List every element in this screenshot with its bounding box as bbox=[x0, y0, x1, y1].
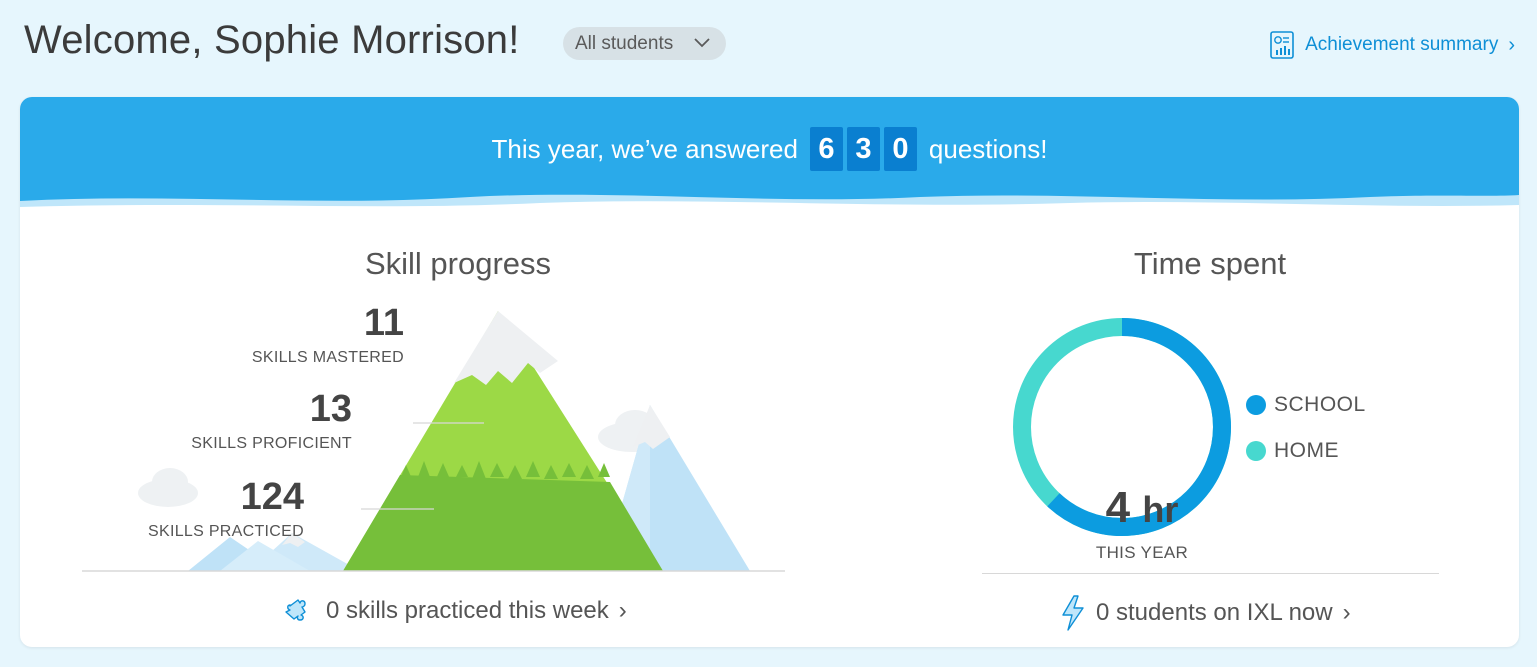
skills-practiced-value: 124 bbox=[240, 476, 304, 518]
students-online-link[interactable]: 0 students on IXL now › bbox=[1060, 594, 1351, 632]
counter-digit: 3 bbox=[846, 127, 880, 171]
home-legend-dot bbox=[1246, 441, 1266, 461]
time-spent-title: Time spent bbox=[1133, 246, 1287, 281]
skill-progress-title: Skill progress bbox=[364, 246, 552, 281]
legend-home: HOME bbox=[1246, 439, 1339, 463]
skills-proficient-value: 13 bbox=[309, 388, 352, 430]
questions-banner: This year, we’ve answered 6 3 0 question… bbox=[20, 97, 1519, 217]
time-number: 4 bbox=[1105, 483, 1131, 532]
time-divider bbox=[982, 573, 1439, 574]
page-title: Welcome, Sophie Morrison! bbox=[24, 18, 520, 62]
lightning-bolt-icon bbox=[1062, 595, 1084, 631]
students-online-label: 0 students on IXL now bbox=[1096, 599, 1333, 626]
legend-school: SCHOOL bbox=[1246, 393, 1366, 417]
banner-prefix: This year, we’ve answered bbox=[491, 133, 798, 164]
chevron-right-icon: › bbox=[1342, 599, 1351, 626]
student-filter-dropdown[interactable]: All students bbox=[563, 27, 726, 60]
puzzle-piece-icon bbox=[285, 599, 306, 621]
time-unit: hr bbox=[1142, 489, 1179, 530]
banner-text: This year, we’ve answered 6 3 0 question… bbox=[20, 127, 1519, 171]
skills-proficient-label: SKILLS PROFICIENT bbox=[191, 435, 352, 452]
achievement-summary-label: Achievement summary bbox=[1305, 34, 1499, 55]
achievement-summary-link[interactable]: Achievement summary › bbox=[1269, 30, 1515, 60]
time-value: 4 hr bbox=[1062, 483, 1222, 533]
chevron-down-icon bbox=[694, 38, 710, 48]
report-icon bbox=[1270, 31, 1294, 59]
skills-mastered-value: 11 bbox=[363, 302, 404, 344]
skills-mastered-label: SKILLS MASTERED bbox=[251, 349, 404, 366]
chevron-right-icon: › bbox=[1508, 33, 1515, 56]
skills-practiced-label: SKILLS PRACTICED bbox=[148, 523, 304, 540]
legend-school-label: SCHOOL bbox=[1274, 393, 1366, 416]
counter-digit: 0 bbox=[883, 127, 917, 171]
banner-suffix: questions! bbox=[928, 133, 1048, 164]
chevron-right-icon: › bbox=[618, 597, 627, 624]
skills-this-week-label: 0 skills practiced this week bbox=[326, 597, 609, 624]
dashboard-card: This year, we’ve answered 6 3 0 question… bbox=[20, 97, 1519, 647]
question-counter: 6 3 0 bbox=[809, 127, 917, 171]
school-legend-dot bbox=[1246, 395, 1266, 415]
counter-digit: 6 bbox=[809, 127, 843, 171]
legend-home-label: HOME bbox=[1274, 439, 1339, 462]
student-filter-value: All students bbox=[575, 32, 674, 54]
top-bar: Welcome, Sophie Morrison! All students A… bbox=[0, 0, 1537, 90]
time-period: THIS YEAR bbox=[1095, 543, 1189, 562]
skills-this-week-link[interactable]: 0 skills practiced this week › bbox=[284, 594, 627, 628]
